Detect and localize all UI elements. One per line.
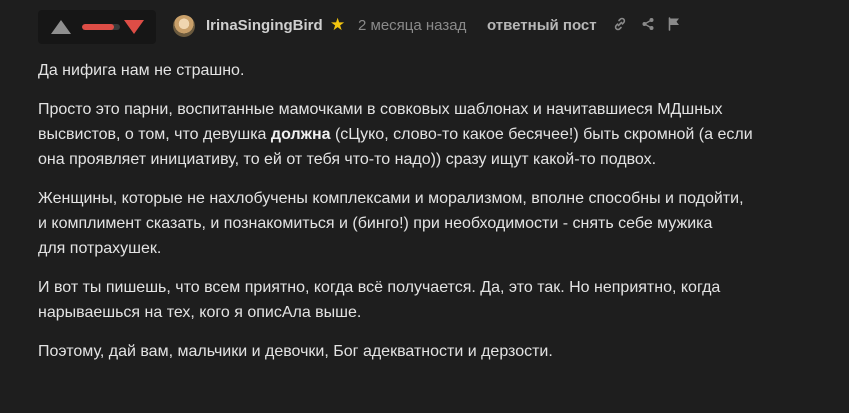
post-time[interactable]: 2 месяца назад [358, 17, 466, 34]
rating-bar [82, 24, 120, 30]
author-name[interactable]: IrinaSingingBird [206, 17, 323, 34]
reply-post-link[interactable]: ответный пост [487, 17, 597, 34]
paragraph: Да нифига нам не страшно. [38, 62, 245, 79]
post-header: IrinaSingingBird ★ 2 месяца назад ответн… [0, 0, 849, 52]
paragraph: Женщины, которые не нахлобучены комплекс… [38, 190, 744, 257]
vote-widget [38, 10, 156, 44]
rating-bar-fill [82, 24, 115, 30]
upvote-icon[interactable] [51, 20, 71, 34]
star-icon: ★ [330, 15, 346, 34]
paragraph: Просто это парни, воспитанные мамочками … [38, 101, 753, 168]
flag-icon[interactable] [666, 16, 684, 34]
paragraph: Поэтому, дай вам, мальчики и девочки, Бо… [38, 343, 553, 360]
share-icon[interactable] [640, 16, 658, 34]
link-icon[interactable] [612, 16, 630, 34]
bold-text: должна [270, 126, 331, 143]
paragraph: И вот ты пишешь, что всем приятно, когда… [38, 279, 721, 321]
post-body: Да нифига нам не страшно. Просто это пар… [38, 58, 838, 378]
downvote-icon[interactable] [124, 20, 144, 34]
avatar[interactable] [173, 15, 195, 37]
